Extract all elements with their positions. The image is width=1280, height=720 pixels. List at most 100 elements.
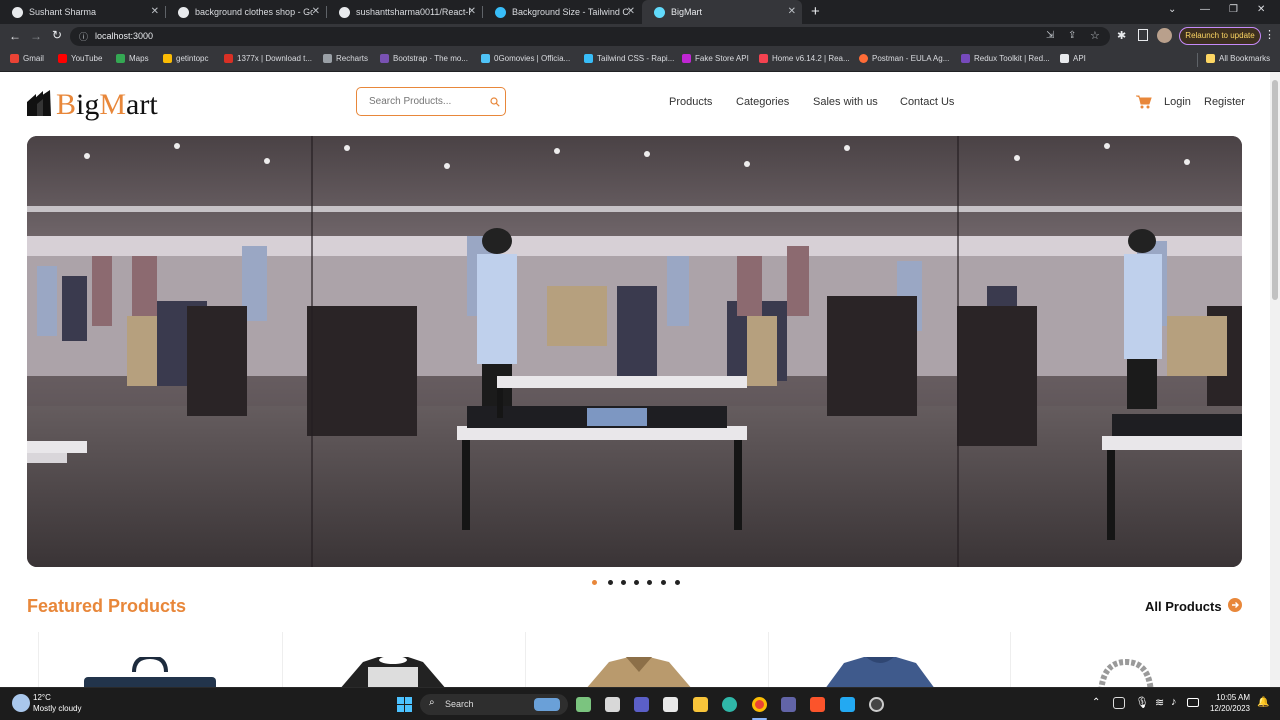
product-image-raglan-shirt <box>341 657 445 687</box>
teams-icon[interactable] <box>634 697 649 712</box>
side-panel-icon[interactable] <box>1138 29 1148 41</box>
clock-time[interactable]: 10:05 AM <box>1210 693 1250 702</box>
hero-carousel[interactable] <box>27 136 1242 567</box>
all-products-link[interactable]: All Products <box>1145 599 1222 614</box>
menu-icon[interactable]: ⋮ <box>1264 28 1275 41</box>
wifi-icon[interactable]: ≋ <box>1155 696 1164 709</box>
store-icon[interactable] <box>663 697 678 712</box>
carousel-dot[interactable] <box>634 580 639 585</box>
nav-contact-us[interactable]: Contact Us <box>900 96 954 108</box>
info-icon[interactable]: ⓘ <box>79 30 88 43</box>
teams-work-icon[interactable] <box>781 697 796 712</box>
search-box[interactable] <box>356 87 506 116</box>
tab-bigmart[interactable]: BigMart ✕ <box>642 0 802 24</box>
nav-products[interactable]: Products <box>669 96 712 108</box>
volume-icon[interactable]: ♪ <box>1171 696 1177 708</box>
bookmark-api[interactable]: API <box>1060 54 1086 63</box>
forward-icon[interactable]: → <box>30 29 42 43</box>
bookmark-recharts[interactable]: Recharts <box>323 54 368 63</box>
bookmark-gomovies[interactable]: 0Gomovies | Officia... <box>481 54 570 63</box>
tab-google-search[interactable]: background clothes shop - Goo ✕ <box>166 0 326 24</box>
bookmark-redux-toolkit[interactable]: Redux Toolkit | Red... <box>961 54 1050 63</box>
carousel-dot[interactable] <box>621 580 626 585</box>
bookmark-getintopc[interactable]: getintopc <box>163 54 208 63</box>
carousel-dot[interactable] <box>661 580 666 585</box>
address-text[interactable]: localhost:3000 <box>95 31 153 41</box>
battery-icon[interactable] <box>1187 698 1199 707</box>
tab-tailwind[interactable]: Background Size - Tailwind CSS ✕ <box>483 0 641 24</box>
chevron-up-icon[interactable]: ⌃ <box>1092 697 1100 708</box>
bookmark-label: Recharts <box>336 54 369 63</box>
tab-search-icon[interactable]: ⌄ <box>1168 4 1176 15</box>
address-bar[interactable]: ⓘ localhost:3000 ⇲ ⇪ ☆ <box>70 27 1110 46</box>
carousel-dot-active[interactable] <box>592 580 597 585</box>
product-card[interactable] <box>282 632 502 687</box>
carousel-dot[interactable] <box>647 580 652 585</box>
relaunch-button[interactable]: Relaunch to update <box>1179 27 1261 45</box>
login-link[interactable]: Login <box>1164 96 1191 108</box>
scrollbar-thumb[interactable] <box>1272 80 1278 300</box>
clock-date[interactable]: 12/20/2023 <box>1206 704 1250 713</box>
register-link[interactable]: Register <box>1204 96 1245 108</box>
bookmark-fake-store-api[interactable]: Fake Store API <box>682 54 749 63</box>
bookmark-maps[interactable]: Maps <box>116 54 149 63</box>
product-card[interactable] <box>768 632 988 687</box>
file-explorer-icon[interactable] <box>693 697 708 712</box>
install-icon[interactable]: ⇲ <box>1046 30 1054 41</box>
tab-sushant-sharma[interactable]: Sushant Sharma ✕ <box>0 0 165 24</box>
nav-categories[interactable]: Categories <box>736 96 789 108</box>
maximize-icon[interactable]: ❐ <box>1229 4 1238 15</box>
close-icon[interactable]: ✕ <box>468 6 476 17</box>
share-icon[interactable]: ⇪ <box>1068 30 1076 41</box>
bookmark-star-icon[interactable]: ☆ <box>1090 29 1100 42</box>
all-bookmarks[interactable]: All Bookmarks <box>1206 54 1270 63</box>
logo-letters-art: art <box>126 88 158 121</box>
search-icon[interactable] <box>490 97 500 107</box>
weather-temp[interactable]: 12°C <box>33 693 51 702</box>
bookmark-postman[interactable]: Postman - EULA Ag... <box>859 54 949 63</box>
bookmark-react-router[interactable]: Home v6.14.2 | Rea... <box>759 54 850 63</box>
tray-app-icon[interactable] <box>1113 697 1125 709</box>
product-card[interactable] <box>1010 632 1230 687</box>
copilot-icon[interactable] <box>576 697 591 712</box>
minimize-icon[interactable]: — <box>1200 4 1210 15</box>
bookmark-bootstrap[interactable]: Bootstrap · The mo... <box>380 54 468 63</box>
app-icon[interactable] <box>869 697 884 712</box>
brave-icon[interactable] <box>810 697 825 712</box>
nav-sales-with-us[interactable]: Sales with us <box>813 96 878 108</box>
reload-icon[interactable]: ↻ <box>52 28 62 42</box>
edge-icon[interactable] <box>722 697 737 712</box>
search-input[interactable] <box>369 93 484 109</box>
new-tab-button[interactable]: + <box>811 3 820 20</box>
bookmark-tailwind[interactable]: Tailwind CSS - Rapi... <box>584 54 674 63</box>
vscode-icon[interactable] <box>840 697 855 712</box>
bookmark-youtube[interactable]: YouTube <box>58 54 102 63</box>
close-icon[interactable]: ✕ <box>312 6 320 17</box>
profile-avatar[interactable] <box>1157 28 1172 43</box>
bookmark-1377x[interactable]: 1377x | Download t... <box>224 54 312 63</box>
site-logo[interactable]: BigMart <box>27 88 177 121</box>
carousel-indicators <box>0 578 1270 588</box>
carousel-dot[interactable] <box>608 580 613 585</box>
bookmark-gmail[interactable]: Gmail <box>10 54 44 63</box>
windows-start-icon[interactable] <box>397 697 412 712</box>
product-card[interactable] <box>525 632 745 687</box>
task-view-icon[interactable] <box>605 697 620 712</box>
cart-icon[interactable] <box>1136 95 1152 109</box>
weather-condition[interactable]: Mostly cloudy <box>33 704 81 713</box>
close-icon[interactable]: ✕ <box>627 6 635 17</box>
arrow-right-circle-icon[interactable] <box>1228 598 1242 612</box>
extensions-icon[interactable]: ✱ <box>1117 29 1126 42</box>
product-card[interactable] <box>38 632 258 687</box>
back-icon[interactable]: ← <box>9 29 21 43</box>
close-icon[interactable]: ✕ <box>151 6 159 17</box>
chrome-icon[interactable] <box>752 697 767 712</box>
tab-github-repo[interactable]: sushanttsharma0011/React-E-co ✕ <box>327 0 482 24</box>
close-icon[interactable]: ✕ <box>788 6 796 17</box>
close-window-icon[interactable]: ✕ <box>1257 4 1265 15</box>
notification-bell-icon[interactable]: 🔔 <box>1257 697 1269 708</box>
carousel-dot[interactable] <box>675 580 680 585</box>
microphone-icon[interactable]: 🎙 <box>1135 696 1149 709</box>
taskbar-search[interactable]: ⌕ Search <box>420 694 568 715</box>
weather-icon[interactable] <box>12 694 30 712</box>
